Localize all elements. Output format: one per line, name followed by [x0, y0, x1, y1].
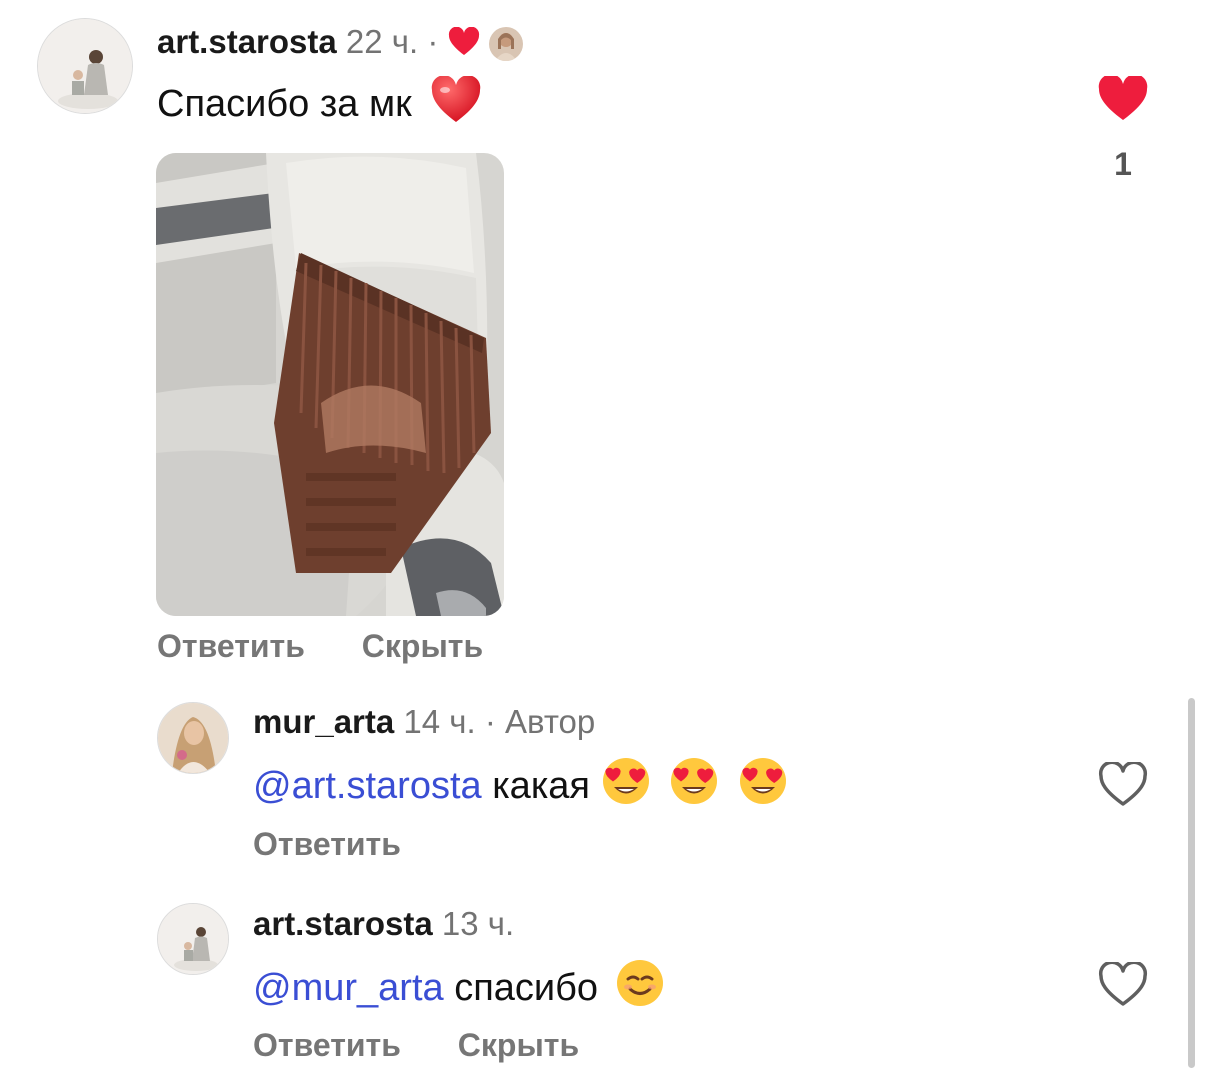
separator-dot: · — [484, 703, 496, 740]
mention-link[interactable]: @art.starosta — [253, 765, 482, 807]
like-heart-icon[interactable] — [1098, 76, 1148, 122]
heart-eyes-face-icon — [669, 756, 719, 806]
comment-actions: Ответить — [253, 824, 401, 864]
comment-text: @mur_arta спасибо — [253, 958, 665, 1012]
heart-eyes-face-icon — [738, 756, 788, 806]
comment-header: art.starosta 22 ч. · — [157, 22, 523, 62]
author-liked-heart-icon — [448, 26, 480, 56]
comment-header: art.starosta 13 ч. — [253, 904, 514, 944]
red-heart-icon — [430, 75, 482, 124]
username[interactable]: art.starosta — [253, 905, 433, 942]
mention-link[interactable]: @mur_arta — [253, 967, 444, 1009]
comment-text-content: Спасибо за мк — [157, 83, 412, 125]
hide-button[interactable]: Скрыть — [362, 628, 483, 664]
timestamp: 22 ч. — [345, 23, 419, 60]
avatar[interactable] — [157, 903, 229, 975]
like-count: 1 — [1114, 146, 1132, 182]
heart-eyes-face-icon — [601, 756, 651, 806]
timestamp: 13 ч. — [441, 905, 515, 942]
reply-button[interactable]: Ответить — [253, 1027, 401, 1063]
comment-header: mur_arta 14 ч. · Автор — [253, 702, 595, 742]
scrollbar[interactable] — [1188, 698, 1195, 1068]
comment-text-content: какая — [492, 765, 590, 807]
avatar[interactable] — [157, 702, 229, 774]
username[interactable]: art.starosta — [157, 23, 337, 60]
comment-text: Спасибо за мк — [157, 75, 482, 128]
author-avatar-mini — [488, 27, 523, 61]
author-label: Автор — [505, 703, 596, 740]
reply-button[interactable]: Ответить — [253, 826, 401, 862]
reply-button[interactable]: Ответить — [157, 628, 305, 664]
avatar[interactable] — [37, 18, 133, 114]
comment-text: @art.starosta какая — [253, 756, 788, 810]
separator-dot: · — [427, 23, 439, 60]
comment-text-content: спасибо — [454, 967, 599, 1009]
comment-photo[interactable] — [156, 153, 504, 616]
hide-button[interactable]: Скрыть — [458, 1027, 579, 1063]
timestamp: 14 ч. — [403, 703, 476, 740]
comment-actions: Ответить Скрыть — [253, 1025, 579, 1065]
like-heart-outline-icon[interactable] — [1098, 762, 1148, 808]
like-heart-outline-icon[interactable] — [1098, 962, 1148, 1008]
comment-actions: Ответить Скрыть — [157, 626, 483, 666]
username[interactable]: mur_arta — [253, 703, 394, 740]
smiling-face-icon — [615, 958, 665, 1008]
